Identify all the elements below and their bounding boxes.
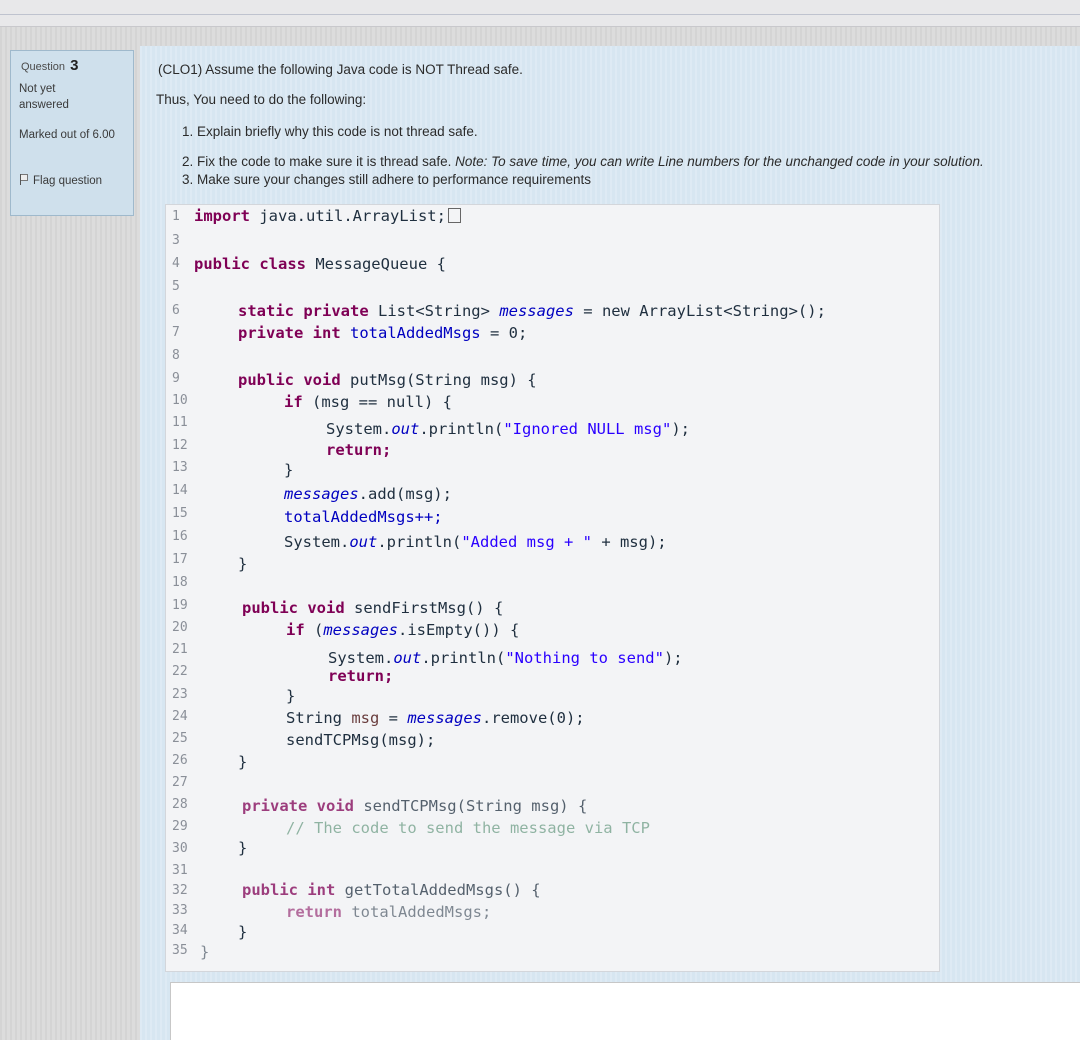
question-mark: Marked out of 6.00 (19, 129, 115, 141)
code-image: 1 3 4 5 6 7 8 9 10 11 12 13 14 15 16 17 … (165, 204, 940, 972)
code-line-28: private void sendTCPMsg(String msg) { (242, 797, 588, 815)
task-item-2: 2. Fix the code to make sure it is threa… (182, 154, 984, 169)
task-item-2-note: Note: To save time, you can write Line n… (455, 154, 984, 169)
code-line-26: } (238, 753, 248, 771)
code-line-1: import java.util.ArrayList; (194, 207, 461, 225)
question-instruction: Thus, You need to do the following: (156, 92, 367, 107)
code-line-32: public int getTotalAddedMsgs() { (242, 881, 541, 899)
code-line-33: return totalAddedMsgs; (286, 903, 492, 921)
question-state: Not yet answered (19, 83, 69, 111)
code-line-13: } (284, 461, 294, 479)
question-intro: (CLO1) Assume the following Java code is… (158, 62, 523, 77)
flag-label: Flag question (33, 175, 103, 187)
code-line-9: public void putMsg(String msg) { (238, 371, 537, 389)
top-divider (0, 14, 1080, 15)
code-line-25: sendTCPMsg(msg); (286, 731, 436, 749)
flag-question-button[interactable]: Flag question (19, 173, 119, 189)
code-line-23: } (286, 687, 296, 705)
flag-icon (19, 174, 29, 185)
code-line-19: public void sendFirstMsg() { (242, 599, 504, 617)
question-info-panel: Question 3 Not yet answered Marked out o… (10, 50, 134, 216)
code-line-14: messages.add(msg); (284, 485, 452, 503)
code-line-10: if (msg == null) { (284, 393, 452, 411)
code-line-22: return; (328, 667, 394, 685)
code-line-11: System.out.println("Ignored NULL msg"); (326, 420, 690, 438)
code-line-15: totalAddedMsgs++; (284, 508, 443, 526)
code-line-24: String msg = messages.remove(0); (286, 709, 585, 727)
code-line-21: System.out.println("Nothing to send"); (328, 649, 683, 667)
question-number: Question 3 (21, 57, 79, 74)
code-line-16: System.out.println("Added msg + " + msg)… (284, 533, 667, 551)
code-line-29: // The code to send the message via TCP (286, 819, 650, 837)
code-line-35: } (200, 943, 210, 961)
answer-textarea[interactable] (170, 982, 1080, 1040)
code-line-34: } (238, 923, 248, 941)
task-item-3: 3. Make sure your changes still adhere t… (182, 172, 591, 187)
code-line-7: private int totalAddedMsgs = 0; (238, 324, 528, 342)
code-line-30: } (238, 839, 248, 857)
browser-top-bar (0, 0, 1080, 27)
code-line-4: public class MessageQueue { (194, 255, 446, 273)
code-line-12: return; (326, 441, 392, 459)
code-lines: import java.util.ArrayList; public class… (166, 205, 939, 971)
collapsed-imports-icon (447, 208, 461, 223)
code-line-20: if (messages.isEmpty()) { (286, 621, 520, 639)
task-item-1: 1. Explain briefly why this code is not … (182, 124, 478, 139)
code-line-17: } (238, 555, 248, 573)
code-line-6: static private List<String> messages = n… (238, 302, 826, 320)
